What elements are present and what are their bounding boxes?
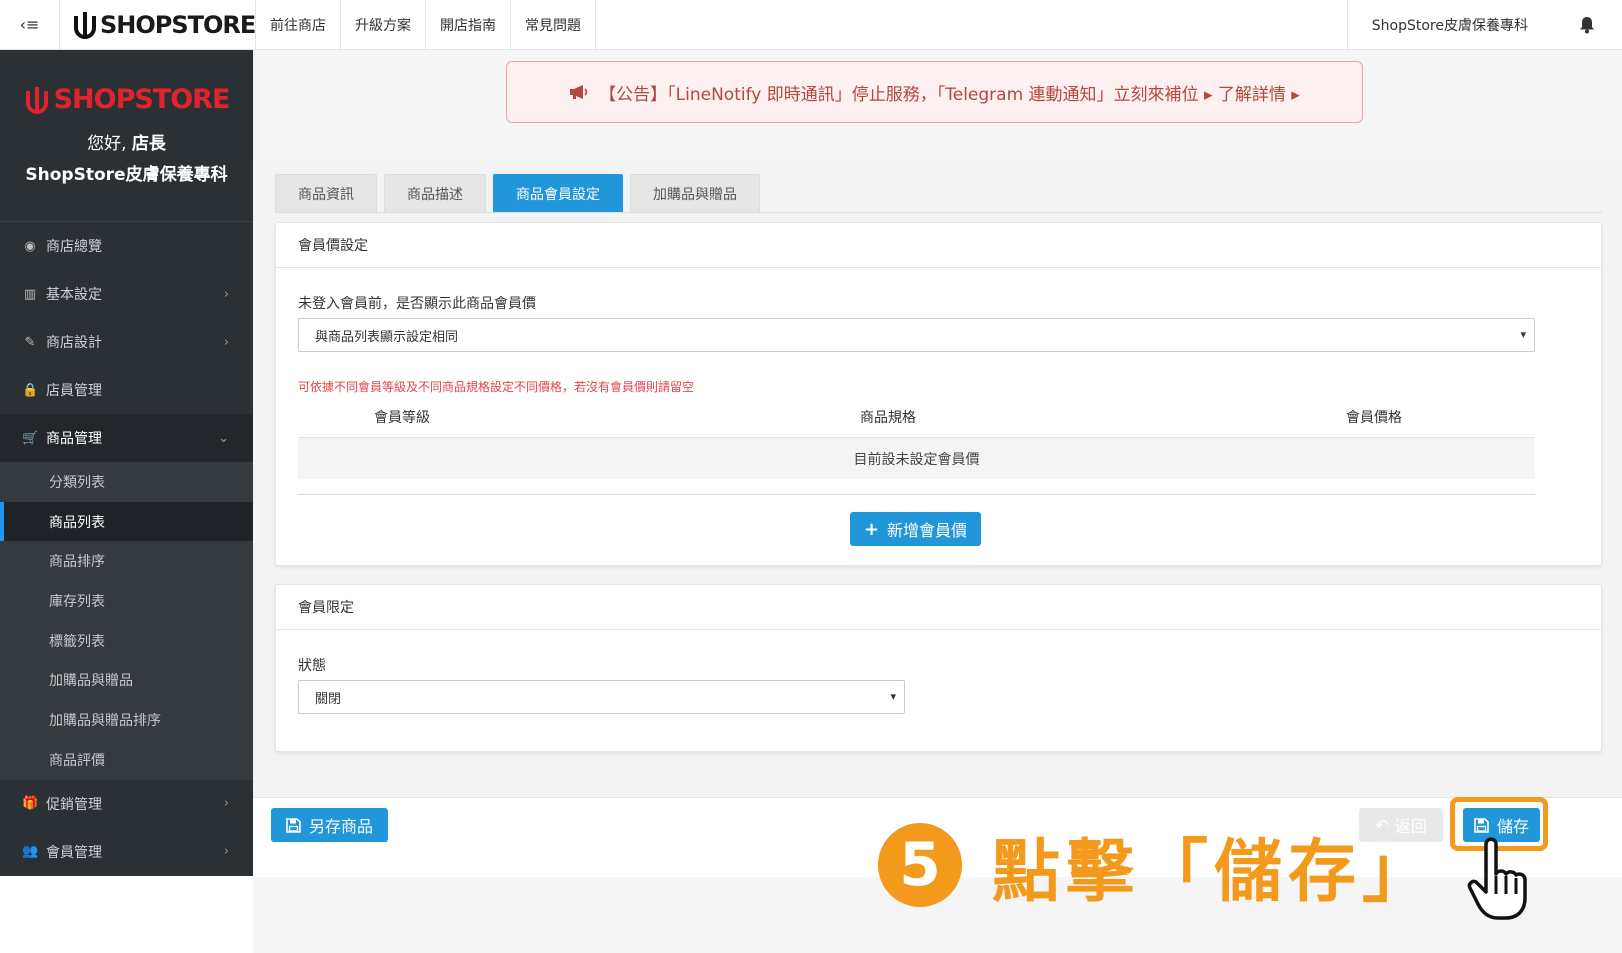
submenu-category-list[interactable]: 分類列表 [0, 462, 253, 502]
floppy-disk-icon [286, 817, 301, 833]
announcement-banner[interactable]: 【公告】「LineNotify 即時通訊」停止服務，「Telegram 連動通知… [506, 61, 1363, 123]
column-member-price: 會員價格 [1346, 410, 1402, 426]
shopstore-logo[interactable]: SHOPSTORE [72, 8, 256, 42]
announcement-text: 【公告】「LineNotify 即時通訊」停止服務，「Telegram 連動通知… [599, 84, 1300, 105]
sidebar-item-label: 基本設定 [46, 287, 102, 303]
store-name-link[interactable]: ShopStore皮膚保養專科 [1346, 0, 1552, 49]
dashboard-icon: ◉ [24, 238, 36, 254]
top-bar: ‹≡ SHOPSTORE 前往商店 升級方案 開店指南 常見問題 ShopSto… [0, 0, 1622, 50]
sidebar-item-label: 商店總覽 [46, 239, 102, 255]
sidebar-logo-text: SHOPSTORE [53, 84, 231, 115]
cart-icon: 🛒 [22, 430, 39, 446]
sidebar-item-label: 商店設計 [46, 335, 102, 351]
lock-icon: 🔒 [22, 382, 39, 398]
greeting-name: 店長 [131, 134, 166, 154]
show-member-price-select[interactable]: 與商品列表顯示設定相同 ▾ [298, 318, 1535, 352]
sidebar-item-store-design[interactable]: ✎ 商店設計 › [0, 318, 253, 366]
annotation-text: 點擊「儲存」 [992, 832, 1437, 912]
submenu-addon-gifts[interactable]: 加購品與贈品 [0, 660, 253, 700]
product-submenu: 分類列表 商品列表 商品排序 庫存列表 標籤列表 加購品與贈品 加購品與贈品排序… [0, 462, 253, 780]
column-product-spec: 商品規格 [860, 410, 916, 426]
plus-icon: + [863, 518, 880, 540]
save-as-label: 另存商品 [308, 817, 373, 836]
chevron-down-icon: ▾ [1520, 328, 1526, 341]
sidebar-item-label: 會員管理 [46, 844, 102, 861]
logo-mark-icon [74, 12, 96, 39]
greeting: 您好, 店長 [0, 129, 253, 154]
menu-collapse-icon: ‹≡ [19, 15, 40, 34]
content-area: 商品資訊 商品描述 商品會員設定 加購品與贈品 會員價設定 未登入會員前，是否顯… [253, 160, 1622, 800]
nav-store-guide[interactable]: 開店指南 [425, 0, 510, 49]
submenu-product-list[interactable]: 商品列表 [0, 501, 253, 542]
step-number-badge: 5 [878, 823, 962, 907]
panel-title: 會員限定 [276, 585, 1601, 630]
megaphone-icon [570, 85, 588, 99]
product-tabs: 商品資訊 商品描述 商品會員設定 加購品與贈品 [275, 174, 760, 212]
tab-product-description[interactable]: 商品描述 [384, 174, 486, 212]
tab-member-settings[interactable]: 商品會員設定 [493, 174, 623, 212]
top-right: ShopStore皮膚保養專科 [1346, 0, 1622, 49]
member-price-hint: 可依據不同會員等級及不同商品規格設定不同價格，若沒有會員價則請留空 [298, 380, 695, 394]
nav-upgrade-plan[interactable]: 升級方案 [340, 0, 425, 49]
add-member-price-button[interactable]: + 新增會員價 [850, 512, 981, 546]
logo-text: SHOPSTORE [100, 11, 256, 39]
sidebar-item-label: 店員管理 [46, 383, 102, 399]
select-value: 與商品列表顯示設定相同 [315, 329, 459, 345]
sidebar-item-product-management[interactable]: 🛒 商品管理 ⌄ [0, 414, 253, 462]
tutorial-annotation: 5 點擊「儲存」 [878, 820, 1436, 912]
add-member-price-label: 新增會員價 [887, 521, 968, 540]
submenu-product-reviews[interactable]: 商品評價 [0, 740, 253, 780]
tab-addon-gifts[interactable]: 加購品與贈品 [630, 174, 760, 212]
chevron-right-icon: › [223, 286, 229, 302]
sidebar-brand: SHOPSTORE 您好, 店長 ShopStore皮膚保養專科 [0, 50, 253, 222]
sidebar-item-member-management[interactable]: 👥 會員管理 › [0, 828, 253, 876]
chevron-right-icon: › [223, 334, 229, 350]
column-member-level: 會員等級 [374, 410, 430, 426]
submenu-product-sort[interactable]: 商品排序 [0, 541, 253, 581]
pointing-hand-icon [1467, 837, 1527, 920]
sidebar-logo: SHOPSTORE [0, 84, 253, 115]
magic-wand-icon: ✎ [24, 334, 36, 350]
member-price-panel: 會員價設定 未登入會員前，是否顯示此商品會員價 與商品列表顯示設定相同 ▾ 可依… [275, 222, 1602, 566]
bank-icon: ▥ [23, 286, 37, 302]
top-nav: 前往商店 升級方案 開店指南 常見問題 [255, 0, 596, 49]
nav-go-to-store[interactable]: 前往商店 [255, 0, 340, 49]
chevron-right-icon: › [223, 796, 229, 811]
tab-product-info[interactable]: 商品資訊 [275, 174, 377, 212]
sidebar-store-name: ShopStore皮膚保養專科 [25, 165, 228, 185]
chevron-right-icon: › [223, 844, 229, 859]
sidebar-item-label: 促銷管理 [46, 796, 102, 813]
chevron-down-icon: ▾ [890, 690, 896, 703]
sidebar-item-store-overview[interactable]: ◉ 商店總覽 [0, 222, 253, 270]
sidebar-item-basic-settings[interactable]: ▥ 基本設定 › [0, 270, 253, 318]
gift-icon: 🎁 [22, 796, 39, 811]
save-as-product-button[interactable]: 另存商品 [271, 808, 388, 842]
bell-icon [1580, 16, 1594, 33]
menu-toggle-button[interactable]: ‹≡ [0, 0, 60, 49]
brand-mark-icon [25, 86, 48, 114]
table-divider [298, 494, 1535, 495]
tab-divider [275, 212, 1602, 213]
sidebar: SHOPSTORE 您好, 店長 ShopStore皮膚保養專科 ◉ 商店總覽 … [0, 50, 253, 876]
chevron-down-icon: ⌄ [218, 430, 229, 446]
sidebar-item-label: 商品管理 [46, 431, 102, 447]
notification-button[interactable] [1552, 0, 1622, 49]
status-label: 狀態 [298, 658, 326, 674]
select-value: 關閉 [315, 691, 342, 707]
submenu-addon-gifts-sort[interactable]: 加購品與贈品排序 [0, 700, 253, 740]
sidebar-item-staff-management[interactable]: 🔒 店員管理 [0, 366, 253, 414]
sidebar-item-promotion-management[interactable]: 🎁 促銷管理 › [0, 780, 253, 828]
show-member-price-label: 未登入會員前，是否顯示此商品會員價 [298, 296, 536, 312]
nav-faq[interactable]: 常見問題 [510, 0, 596, 49]
submenu-tag-list[interactable]: 標籤列表 [0, 621, 253, 661]
users-icon: 👥 [22, 844, 39, 859]
member-limit-status-select[interactable]: 關閉 ▾ [298, 680, 905, 714]
empty-member-price-row: 目前設未設定會員價 [298, 437, 1535, 479]
submenu-inventory-list[interactable]: 庫存列表 [0, 581, 253, 621]
greeting-prefix: 您好, [87, 134, 127, 154]
member-limit-panel: 會員限定 狀態 關閉 ▾ [275, 584, 1602, 752]
panel-title: 會員價設定 [276, 223, 1601, 268]
